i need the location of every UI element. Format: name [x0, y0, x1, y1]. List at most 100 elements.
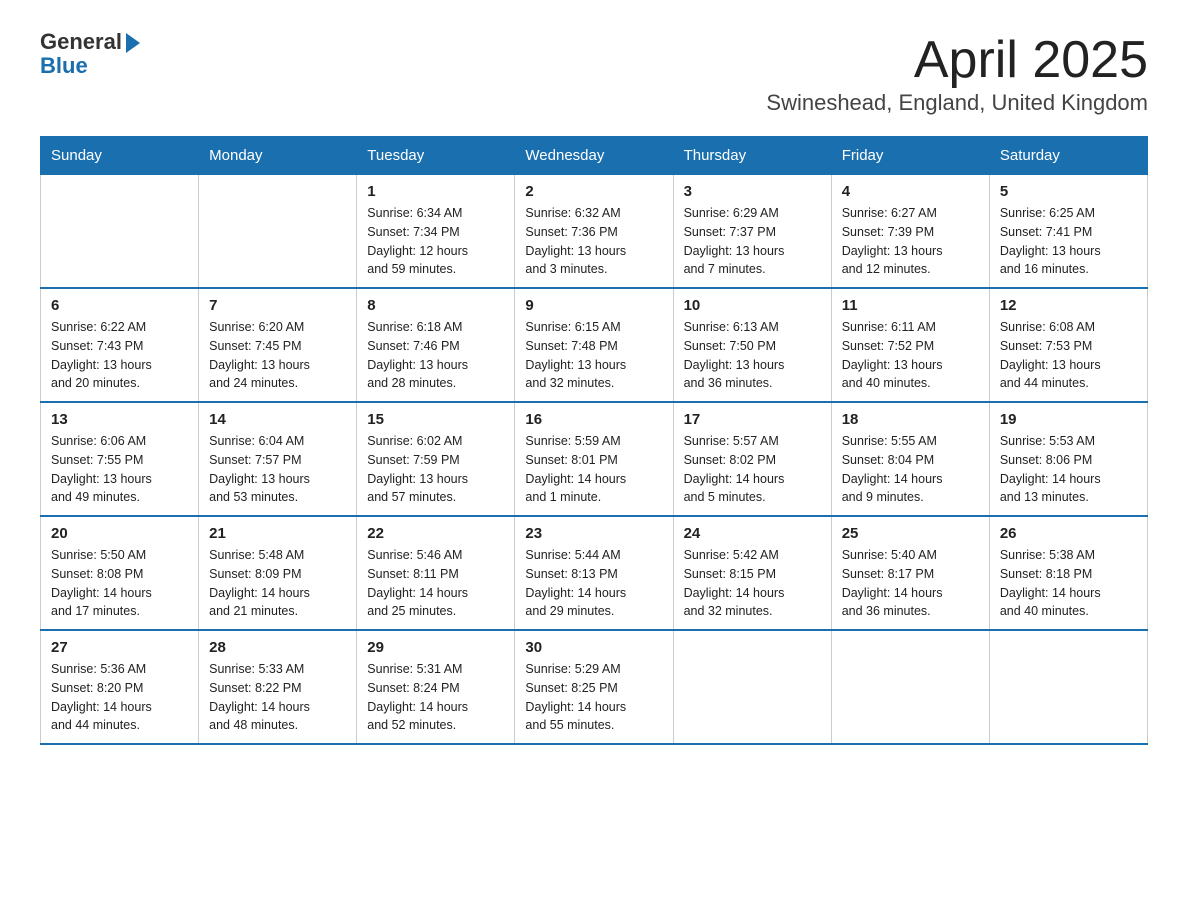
calendar-cell: 22Sunrise: 5:46 AM Sunset: 8:11 PM Dayli…	[357, 516, 515, 630]
calendar-cell	[673, 630, 831, 744]
day-number: 22	[367, 525, 504, 542]
calendar-cell: 5 Sunrise: 6:25 AM Sunset: 7:41 PM Daylig…	[989, 175, 1147, 289]
day-number: 25	[842, 525, 979, 542]
day-number: 21	[209, 525, 346, 542]
logo-general: General	[40, 30, 122, 54]
calendar-cell: 8 Sunrise: 6:18 AM Sunset: 7:46 PM Daylig…	[357, 288, 515, 402]
day-number: 15	[367, 411, 504, 428]
day-header-friday: Friday	[831, 137, 989, 175]
week-row-5: 27 Sunrise: 5:36 AM Sunset: 8:20 PM Dayli…	[41, 630, 1148, 744]
day-number: 29	[367, 639, 504, 656]
day-number: 5	[1000, 183, 1137, 200]
logo-arrow-icon	[126, 33, 140, 53]
calendar-subtitle: Swineshead, England, United Kingdom	[766, 90, 1148, 116]
calendar-cell	[989, 630, 1147, 744]
day-info: Sunrise: 5:33 AM Sunset: 8:22 PM Dayligh…	[209, 660, 346, 735]
day-info: Sunrise: 5:38 AM Sunset: 8:18 PM Dayligh…	[1000, 546, 1137, 621]
calendar-cell: 18 Sunrise: 5:55 AM Sunset: 8:04 PM Dayli…	[831, 402, 989, 516]
calendar-cell: 1 Sunrise: 6:34 AM Sunset: 7:34 PM Daylig…	[357, 175, 515, 289]
day-info: Sunrise: 6:22 AM Sunset: 7:43 PM Dayligh…	[51, 318, 188, 393]
day-info: Sunrise: 6:13 AM Sunset: 7:50 PM Dayligh…	[684, 318, 821, 393]
day-number: 20	[51, 525, 188, 542]
day-info: Sunrise: 6:18 AM Sunset: 7:46 PM Dayligh…	[367, 318, 504, 393]
day-number: 19	[1000, 411, 1137, 428]
calendar-cell: 20 Sunrise: 5:50 AM Sunset: 8:08 PM Dayli…	[41, 516, 199, 630]
calendar-cell: 12Sunrise: 6:08 AM Sunset: 7:53 PM Dayli…	[989, 288, 1147, 402]
day-number: 18	[842, 411, 979, 428]
day-number: 3	[684, 183, 821, 200]
week-row-2: 6Sunrise: 6:22 AM Sunset: 7:43 PM Daylig…	[41, 288, 1148, 402]
day-number: 8	[367, 297, 504, 314]
day-info: Sunrise: 6:34 AM Sunset: 7:34 PM Dayligh…	[367, 204, 504, 279]
calendar-cell: 28 Sunrise: 5:33 AM Sunset: 8:22 PM Dayli…	[199, 630, 357, 744]
day-header-thursday: Thursday	[673, 137, 831, 175]
day-number: 16	[525, 411, 662, 428]
calendar-cell: 10 Sunrise: 6:13 AM Sunset: 7:50 PM Dayli…	[673, 288, 831, 402]
day-info: Sunrise: 6:11 AM Sunset: 7:52 PM Dayligh…	[842, 318, 979, 393]
day-number: 12	[1000, 297, 1137, 314]
calendar-cell: 2 Sunrise: 6:32 AM Sunset: 7:36 PM Daylig…	[515, 175, 673, 289]
day-number: 28	[209, 639, 346, 656]
day-info: Sunrise: 5:50 AM Sunset: 8:08 PM Dayligh…	[51, 546, 188, 621]
day-number: 7	[209, 297, 346, 314]
week-row-1: 1 Sunrise: 6:34 AM Sunset: 7:34 PM Daylig…	[41, 175, 1148, 289]
calendar-cell: 11 Sunrise: 6:11 AM Sunset: 7:52 PM Dayli…	[831, 288, 989, 402]
calendar-cell: 30Sunrise: 5:29 AM Sunset: 8:25 PM Dayli…	[515, 630, 673, 744]
calendar-cell	[199, 175, 357, 289]
calendar-cell	[41, 175, 199, 289]
day-info: Sunrise: 6:25 AM Sunset: 7:41 PM Dayligh…	[1000, 204, 1137, 279]
calendar-cell: 29 Sunrise: 5:31 AM Sunset: 8:24 PM Dayli…	[357, 630, 515, 744]
day-number: 17	[684, 411, 821, 428]
day-header-sunday: Sunday	[41, 137, 199, 175]
day-info: Sunrise: 5:44 AM Sunset: 8:13 PM Dayligh…	[525, 546, 662, 621]
calendar-cell: 23 Sunrise: 5:44 AM Sunset: 8:13 PM Dayli…	[515, 516, 673, 630]
calendar-cell: 3Sunrise: 6:29 AM Sunset: 7:37 PM Daylig…	[673, 175, 831, 289]
day-info: Sunrise: 6:32 AM Sunset: 7:36 PM Dayligh…	[525, 204, 662, 279]
calendar-cell: 19Sunrise: 5:53 AM Sunset: 8:06 PM Dayli…	[989, 402, 1147, 516]
calendar-table: SundayMondayTuesdayWednesdayThursdayFrid…	[40, 136, 1148, 745]
calendar-cell: 21Sunrise: 5:48 AM Sunset: 8:09 PM Dayli…	[199, 516, 357, 630]
day-info: Sunrise: 5:31 AM Sunset: 8:24 PM Dayligh…	[367, 660, 504, 735]
day-number: 26	[1000, 525, 1137, 542]
title-block: April 2025 Swineshead, England, United K…	[766, 30, 1148, 116]
day-number: 14	[209, 411, 346, 428]
calendar-cell: 14 Sunrise: 6:04 AM Sunset: 7:57 PM Dayli…	[199, 402, 357, 516]
calendar-cell: 7 Sunrise: 6:20 AM Sunset: 7:45 PM Daylig…	[199, 288, 357, 402]
day-info: Sunrise: 6:20 AM Sunset: 7:45 PM Dayligh…	[209, 318, 346, 393]
calendar-cell: 16 Sunrise: 5:59 AM Sunset: 8:01 PM Dayli…	[515, 402, 673, 516]
calendar-cell: 26 Sunrise: 5:38 AM Sunset: 8:18 PM Dayli…	[989, 516, 1147, 630]
day-number: 23	[525, 525, 662, 542]
days-header-row: SundayMondayTuesdayWednesdayThursdayFrid…	[41, 137, 1148, 175]
day-header-wednesday: Wednesday	[515, 137, 673, 175]
day-info: Sunrise: 5:55 AM Sunset: 8:04 PM Dayligh…	[842, 432, 979, 507]
day-number: 9	[525, 297, 662, 314]
day-number: 30	[525, 639, 662, 656]
day-number: 24	[684, 525, 821, 542]
calendar-cell: 9Sunrise: 6:15 AM Sunset: 7:48 PM Daylig…	[515, 288, 673, 402]
calendar-title: April 2025	[766, 30, 1148, 90]
calendar-cell: 15 Sunrise: 6:02 AM Sunset: 7:59 PM Dayli…	[357, 402, 515, 516]
calendar-cell: 6Sunrise: 6:22 AM Sunset: 7:43 PM Daylig…	[41, 288, 199, 402]
day-info: Sunrise: 5:36 AM Sunset: 8:20 PM Dayligh…	[51, 660, 188, 735]
day-number: 27	[51, 639, 188, 656]
calendar-cell: 27 Sunrise: 5:36 AM Sunset: 8:20 PM Dayli…	[41, 630, 199, 744]
day-info: Sunrise: 5:57 AM Sunset: 8:02 PM Dayligh…	[684, 432, 821, 507]
day-number: 13	[51, 411, 188, 428]
calendar-cell: 25Sunrise: 5:40 AM Sunset: 8:17 PM Dayli…	[831, 516, 989, 630]
day-number: 2	[525, 183, 662, 200]
day-number: 4	[842, 183, 979, 200]
day-number: 11	[842, 297, 979, 314]
day-info: Sunrise: 6:04 AM Sunset: 7:57 PM Dayligh…	[209, 432, 346, 507]
day-number: 1	[367, 183, 504, 200]
week-row-3: 13 Sunrise: 6:06 AM Sunset: 7:55 PM Dayli…	[41, 402, 1148, 516]
calendar-cell: 13 Sunrise: 6:06 AM Sunset: 7:55 PM Dayli…	[41, 402, 199, 516]
logo-blue: Blue	[40, 53, 88, 78]
page-header: General Blue April 2025 Swineshead, Engl…	[40, 30, 1148, 116]
day-info: Sunrise: 6:06 AM Sunset: 7:55 PM Dayligh…	[51, 432, 188, 507]
day-info: Sunrise: 6:02 AM Sunset: 7:59 PM Dayligh…	[367, 432, 504, 507]
week-row-4: 20 Sunrise: 5:50 AM Sunset: 8:08 PM Dayli…	[41, 516, 1148, 630]
day-info: Sunrise: 5:59 AM Sunset: 8:01 PM Dayligh…	[525, 432, 662, 507]
day-info: Sunrise: 6:27 AM Sunset: 7:39 PM Dayligh…	[842, 204, 979, 279]
day-number: 10	[684, 297, 821, 314]
day-info: Sunrise: 5:42 AM Sunset: 8:15 PM Dayligh…	[684, 546, 821, 621]
